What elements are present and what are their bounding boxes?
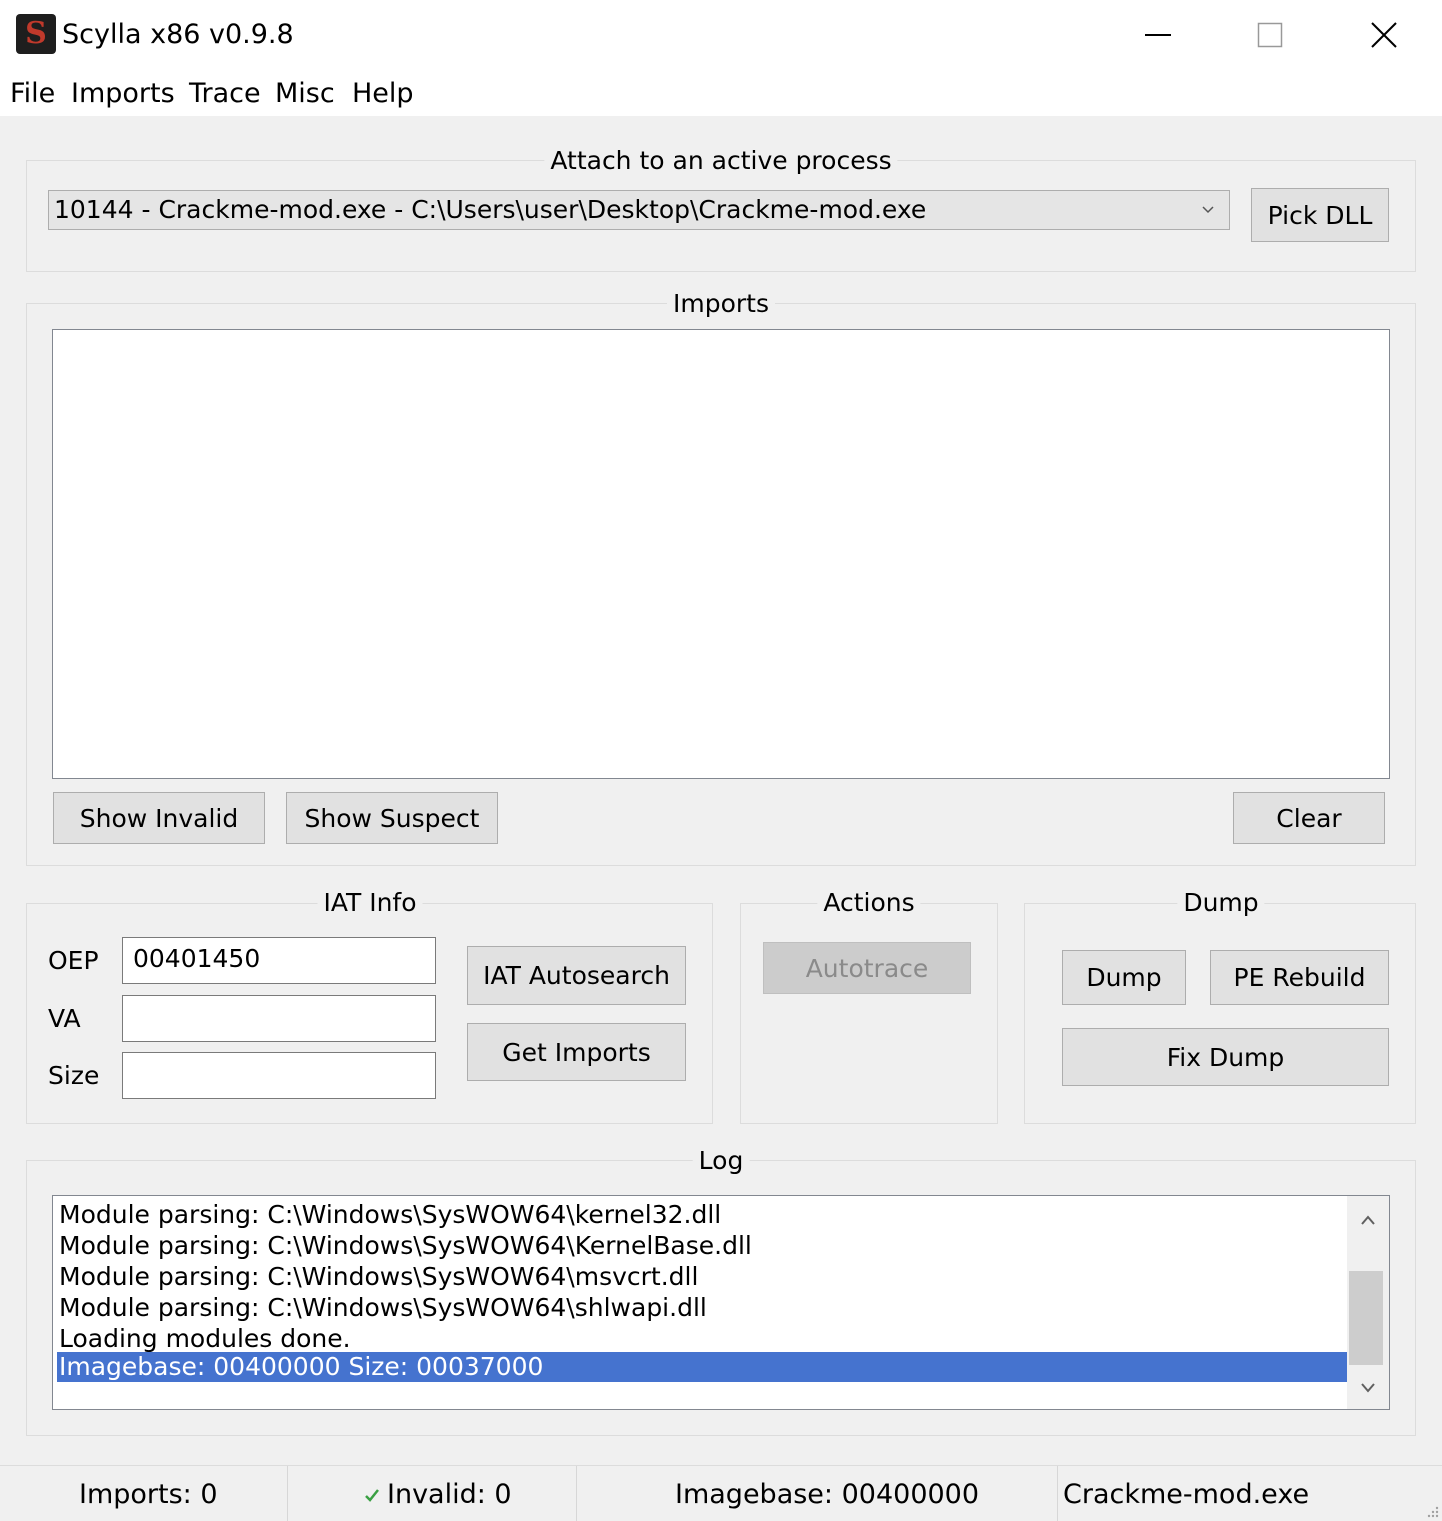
autotrace-button[interactable]: Autotrace xyxy=(763,942,971,994)
maximize-button[interactable] xyxy=(1214,0,1326,70)
process-select-value: 10144 - Crackme-mod.exe - C:\Users\user\… xyxy=(54,195,927,224)
status-imagebase: Imagebase: 00400000 xyxy=(675,1479,980,1510)
clear-button[interactable]: Clear xyxy=(1233,792,1385,844)
close-icon xyxy=(1371,22,1397,48)
iat-autosearch-button[interactable]: IAT Autosearch xyxy=(467,946,686,1005)
show-invalid-button[interactable]: Show Invalid xyxy=(53,792,265,844)
status-module: Crackme-mod.exe xyxy=(1063,1479,1310,1510)
close-button[interactable] xyxy=(1328,0,1440,70)
imports-group-title: Imports xyxy=(667,289,775,319)
log-scrollbar[interactable] xyxy=(1347,1196,1389,1409)
maximize-icon xyxy=(1257,22,1283,48)
size-input[interactable] xyxy=(122,1052,436,1099)
status-imports: Imports: 0 xyxy=(79,1479,218,1510)
menu-file[interactable]: File xyxy=(10,76,55,112)
check-icon xyxy=(365,1489,379,1502)
show-suspect-button[interactable]: Show Suspect xyxy=(286,792,498,844)
log-line[interactable]: Module parsing: C:\Windows\SysWOW64\Kern… xyxy=(57,1230,1347,1261)
status-invalid: Invalid: 0 xyxy=(387,1479,512,1510)
fix-dump-button[interactable]: Fix Dump xyxy=(1062,1028,1389,1086)
actions-group xyxy=(740,903,998,1124)
menu-help[interactable]: Help xyxy=(352,76,414,112)
minimize-icon xyxy=(1145,34,1171,36)
pick-dll-button[interactable]: Pick DLL xyxy=(1251,188,1389,242)
app-icon: S xyxy=(16,14,56,54)
status-bar: Imports: 0 Invalid: 0 Imagebase: 0040000… xyxy=(0,1465,1442,1521)
va-input[interactable] xyxy=(122,995,436,1042)
window-title: Scylla x86 v0.9.8 xyxy=(62,19,294,50)
title-bar[interactable]: S Scylla x86 v0.9.8 xyxy=(0,0,1442,70)
log-line-selected[interactable]: Imagebase: 00400000 Size: 00037000 xyxy=(57,1352,1347,1382)
size-label: Size xyxy=(48,1061,100,1090)
menu-bar: File Imports Trace Misc Help xyxy=(0,70,1442,116)
get-imports-button[interactable]: Get Imports xyxy=(467,1023,686,1081)
menu-imports[interactable]: Imports xyxy=(71,76,175,112)
oep-label: OEP xyxy=(48,946,99,975)
actions-title: Actions xyxy=(817,888,921,918)
log-list[interactable]: Module parsing: C:\Windows\SysWOW64\kern… xyxy=(52,1195,1390,1410)
attach-group-title: Attach to an active process xyxy=(544,146,898,176)
pe-rebuild-button[interactable]: PE Rebuild xyxy=(1210,950,1389,1005)
log-line[interactable]: Module parsing: C:\Windows\SysWOW64\shlw… xyxy=(57,1292,1347,1323)
log-line[interactable]: Module parsing: C:\Windows\SysWOW64\msvc… xyxy=(57,1261,1347,1292)
dump-button[interactable]: Dump xyxy=(1062,950,1186,1005)
imports-tree[interactable] xyxy=(52,329,1390,779)
log-title: Log xyxy=(692,1146,750,1176)
dump-group xyxy=(1024,903,1416,1124)
va-label: VA xyxy=(48,1004,81,1033)
resize-grip-icon[interactable] xyxy=(1426,1505,1440,1519)
log-line[interactable]: Loading modules done. xyxy=(57,1323,1347,1354)
scroll-down-icon[interactable] xyxy=(1360,1381,1376,1393)
process-select[interactable]: 10144 - Crackme-mod.exe - C:\Users\user\… xyxy=(48,190,1230,230)
oep-input[interactable]: 00401450 xyxy=(122,937,436,984)
menu-trace[interactable]: Trace xyxy=(189,76,261,112)
iat-info-title: IAT Info xyxy=(317,888,423,918)
scroll-up-icon[interactable] xyxy=(1360,1214,1376,1226)
dump-title: Dump xyxy=(1177,888,1265,918)
log-line[interactable]: Module parsing: C:\Windows\SysWOW64\kern… xyxy=(57,1199,1347,1230)
scrollbar-thumb[interactable] xyxy=(1349,1271,1383,1365)
menu-misc[interactable]: Misc xyxy=(275,76,335,112)
chevron-down-icon xyxy=(1202,206,1214,214)
minimize-button[interactable] xyxy=(1102,0,1214,70)
